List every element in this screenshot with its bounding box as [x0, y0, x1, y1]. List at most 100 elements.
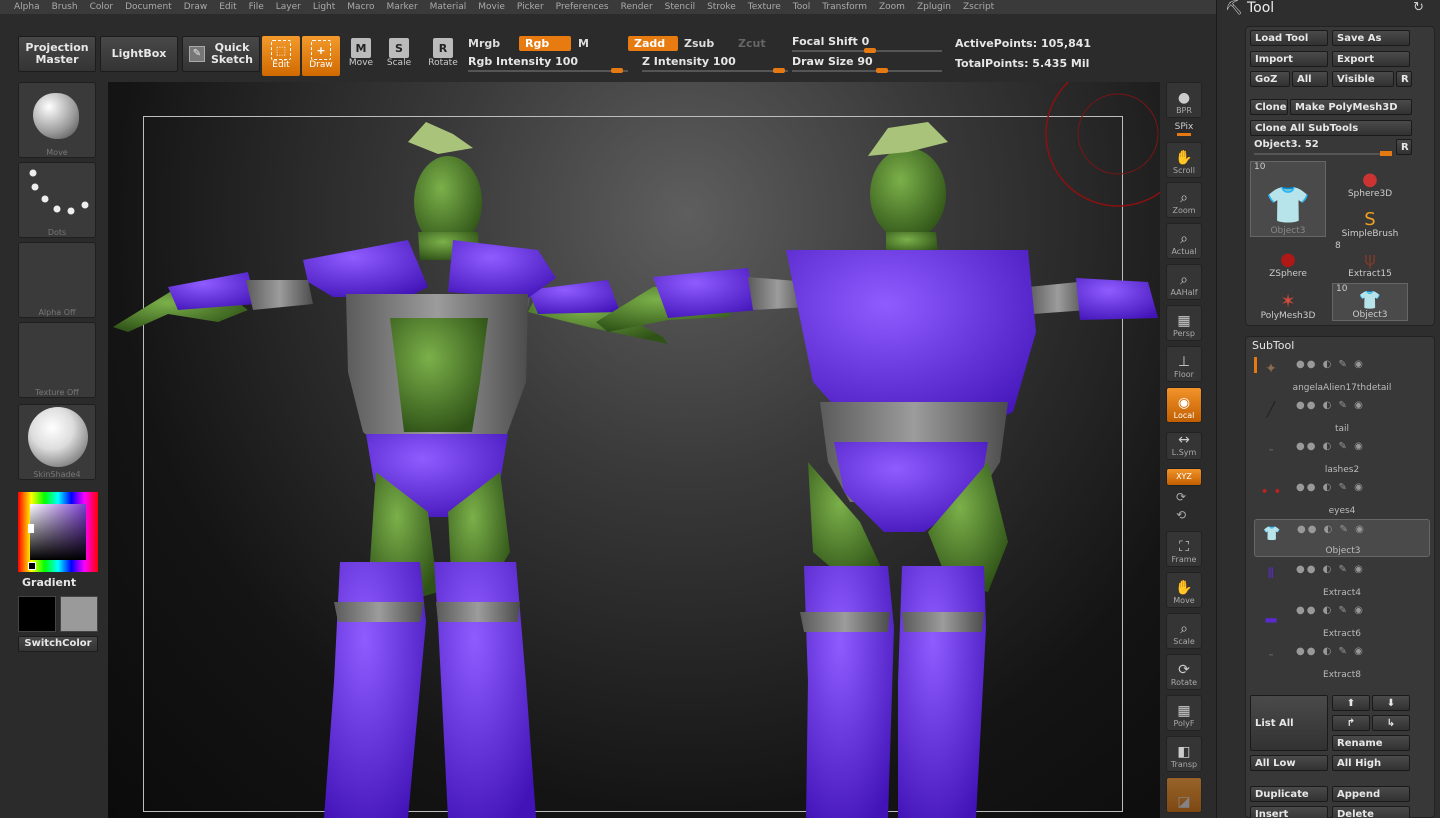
- tool-thumb-object3[interactable]: 10 👕 Object3: [1250, 161, 1326, 237]
- subtool-toggles[interactable]: ●● ◐ ✎ ◉: [1296, 605, 1365, 616]
- duplicate-button[interactable]: Duplicate: [1250, 786, 1328, 802]
- gradient-label[interactable]: Gradient: [22, 576, 76, 589]
- goz-r-button[interactable]: R: [1396, 71, 1412, 87]
- actual-button[interactable]: ⌕ Actual: [1166, 223, 1202, 259]
- color-square[interactable]: [30, 504, 86, 560]
- goz-all-button[interactable]: All: [1292, 71, 1328, 87]
- scroll-button[interactable]: ✋ Scroll: [1166, 142, 1202, 178]
- object-slider[interactable]: [1254, 153, 1392, 155]
- move-up-button[interactable]: ⬆: [1332, 695, 1370, 711]
- menu-marker[interactable]: Marker: [387, 2, 418, 12]
- menu-texture[interactable]: Texture: [748, 2, 781, 12]
- subtool-row[interactable]: ⁃ ●● ◐ ✎ ◉ Extract8: [1254, 642, 1430, 680]
- zoom-button[interactable]: ⌕ Zoom: [1166, 182, 1202, 218]
- spix-slider[interactable]: SPix: [1166, 122, 1202, 136]
- subtool-row-selected[interactable]: 👕 ●● ◐ ✎ ◉ Object3: [1254, 519, 1430, 557]
- draw-mode-button[interactable]: + Draw: [302, 36, 340, 76]
- z-intensity-knob[interactable]: [773, 68, 785, 73]
- all-high-button[interactable]: All High: [1332, 755, 1410, 771]
- menu-layer[interactable]: Layer: [276, 2, 301, 12]
- menu-file[interactable]: File: [249, 2, 264, 12]
- menu-picker[interactable]: Picker: [517, 2, 544, 12]
- subtool-toggles[interactable]: ●● ◐ ✎ ◉: [1296, 359, 1365, 370]
- scale-view-button[interactable]: ⌕ Scale: [1166, 613, 1202, 649]
- transp-button[interactable]: ◧ Transp: [1166, 736, 1202, 772]
- polyframe-button[interactable]: ▦ PolyF: [1166, 695, 1202, 731]
- zcut-toggle[interactable]: Zcut: [732, 36, 772, 51]
- zsub-toggle[interactable]: Zsub: [678, 36, 720, 51]
- refresh-icon[interactable]: ↻: [1413, 0, 1424, 15]
- menu-draw[interactable]: Draw: [184, 2, 208, 12]
- export-button[interactable]: Export: [1332, 51, 1410, 67]
- spix-knob[interactable]: [1177, 133, 1191, 136]
- color-picker-handle[interactable]: [28, 524, 34, 533]
- rotate-z-icon[interactable]: ⟲: [1176, 508, 1186, 522]
- tool-thumb-sphere3d[interactable]: ● Sphere3D: [1332, 161, 1408, 200]
- menu-render[interactable]: Render: [621, 2, 653, 12]
- move-down-button[interactable]: ⬇: [1372, 695, 1410, 711]
- quick-sketch-button[interactable]: ✎ Quick Sketch: [182, 36, 260, 72]
- menu-tool[interactable]: Tool: [793, 2, 810, 12]
- color-picker[interactable]: [18, 492, 98, 572]
- bpr-button[interactable]: ● BPR: [1166, 82, 1202, 118]
- menu-zscript[interactable]: Zscript: [963, 2, 994, 12]
- draw-size-knob[interactable]: [876, 68, 888, 73]
- subtool-row[interactable]: • • ●● ◐ ✎ ◉ eyes4: [1254, 478, 1430, 516]
- subtool-toggles[interactable]: ●● ◐ ✎ ◉: [1296, 646, 1365, 657]
- tool-thumb-object3-small[interactable]: 10 👕 Object3: [1332, 283, 1408, 321]
- move-up-folder-button[interactable]: ↱: [1332, 715, 1370, 731]
- stroke-selector[interactable]: Dots: [18, 162, 96, 238]
- subtool-row[interactable]: ⁃ ●● ◐ ✎ ◉ lashes2: [1254, 437, 1430, 475]
- object-slider-knob[interactable]: [1380, 151, 1392, 156]
- rotate-view-button[interactable]: ⟳ Rotate: [1166, 654, 1202, 690]
- move-down-folder-button[interactable]: ↳: [1372, 715, 1410, 731]
- goz-button[interactable]: GoZ: [1250, 71, 1290, 87]
- menu-macro[interactable]: Macro: [347, 2, 374, 12]
- list-all-button[interactable]: List All: [1250, 695, 1328, 751]
- move-mode-button[interactable]: M Move: [342, 34, 380, 74]
- color-hue-handle[interactable]: [28, 562, 36, 570]
- all-low-button[interactable]: All Low: [1250, 755, 1328, 771]
- draw-size-slider[interactable]: [792, 70, 942, 72]
- rgb-intensity-knob[interactable]: [611, 68, 623, 73]
- subtool-toggles[interactable]: ●● ◐ ✎ ◉: [1297, 524, 1366, 535]
- subtool-toggles[interactable]: ●● ◐ ✎ ◉: [1296, 482, 1365, 493]
- menu-document[interactable]: Document: [125, 2, 172, 12]
- tool-thumb-simplebrush[interactable]: S SimpleBrush: [1332, 201, 1408, 240]
- append-button[interactable]: Append: [1332, 786, 1410, 802]
- subtool-row[interactable]: ▂ ●● ◐ ✎ ◉ Extract6: [1254, 601, 1430, 639]
- menu-zoom[interactable]: Zoom: [879, 2, 905, 12]
- menu-color[interactable]: Color: [90, 2, 114, 12]
- menu-transform[interactable]: Transform: [822, 2, 867, 12]
- m-toggle[interactable]: M: [572, 36, 595, 51]
- menu-edit[interactable]: Edit: [219, 2, 236, 12]
- save-as-button[interactable]: Save As: [1332, 30, 1410, 46]
- goz-visible-button[interactable]: Visible: [1332, 71, 1394, 87]
- ghost-button[interactable]: ◪: [1166, 777, 1202, 813]
- frame-button[interactable]: ⛶ Frame: [1166, 531, 1202, 567]
- subtool-row[interactable]: ⫴ ●● ◐ ✎ ◉ Extract4: [1254, 560, 1430, 598]
- menu-light[interactable]: Light: [313, 2, 335, 12]
- menu-stencil[interactable]: Stencil: [665, 2, 695, 12]
- object-r-button[interactable]: R: [1396, 139, 1412, 155]
- persp-button[interactable]: ▦ Persp: [1166, 305, 1202, 341]
- switch-color-button[interactable]: SwitchColor: [18, 636, 98, 652]
- material-selector[interactable]: SkinShade4: [18, 404, 96, 480]
- make-polymesh-button[interactable]: Make PolyMesh3D: [1290, 99, 1412, 115]
- aahalf-button[interactable]: ⌕ AAHalf: [1166, 264, 1202, 300]
- delete-button[interactable]: Delete: [1332, 806, 1410, 818]
- rgb-toggle[interactable]: Rgb: [519, 36, 571, 51]
- menu-alpha[interactable]: Alpha: [14, 2, 40, 12]
- edit-mode-button[interactable]: ⬚ Edit: [262, 36, 300, 76]
- menu-brush[interactable]: Brush: [52, 2, 78, 12]
- rename-button[interactable]: Rename: [1332, 735, 1410, 751]
- floor-button[interactable]: ⊥ Floor: [1166, 346, 1202, 382]
- tool-thumb-extract15[interactable]: 8 ψ Extract15: [1332, 241, 1408, 279]
- menu-material[interactable]: Material: [430, 2, 467, 12]
- clone-all-subtools-button[interactable]: Clone All SubTools: [1250, 120, 1412, 136]
- xyz-button[interactable]: XYZ: [1166, 468, 1202, 486]
- brush-selector[interactable]: Move: [18, 82, 96, 158]
- subtool-toggles[interactable]: ●● ◐ ✎ ◉: [1296, 441, 1365, 452]
- menu-preferences[interactable]: Preferences: [556, 2, 609, 12]
- tool-thumb-polymesh3d[interactable]: ✶ PolyMesh3D: [1250, 283, 1326, 322]
